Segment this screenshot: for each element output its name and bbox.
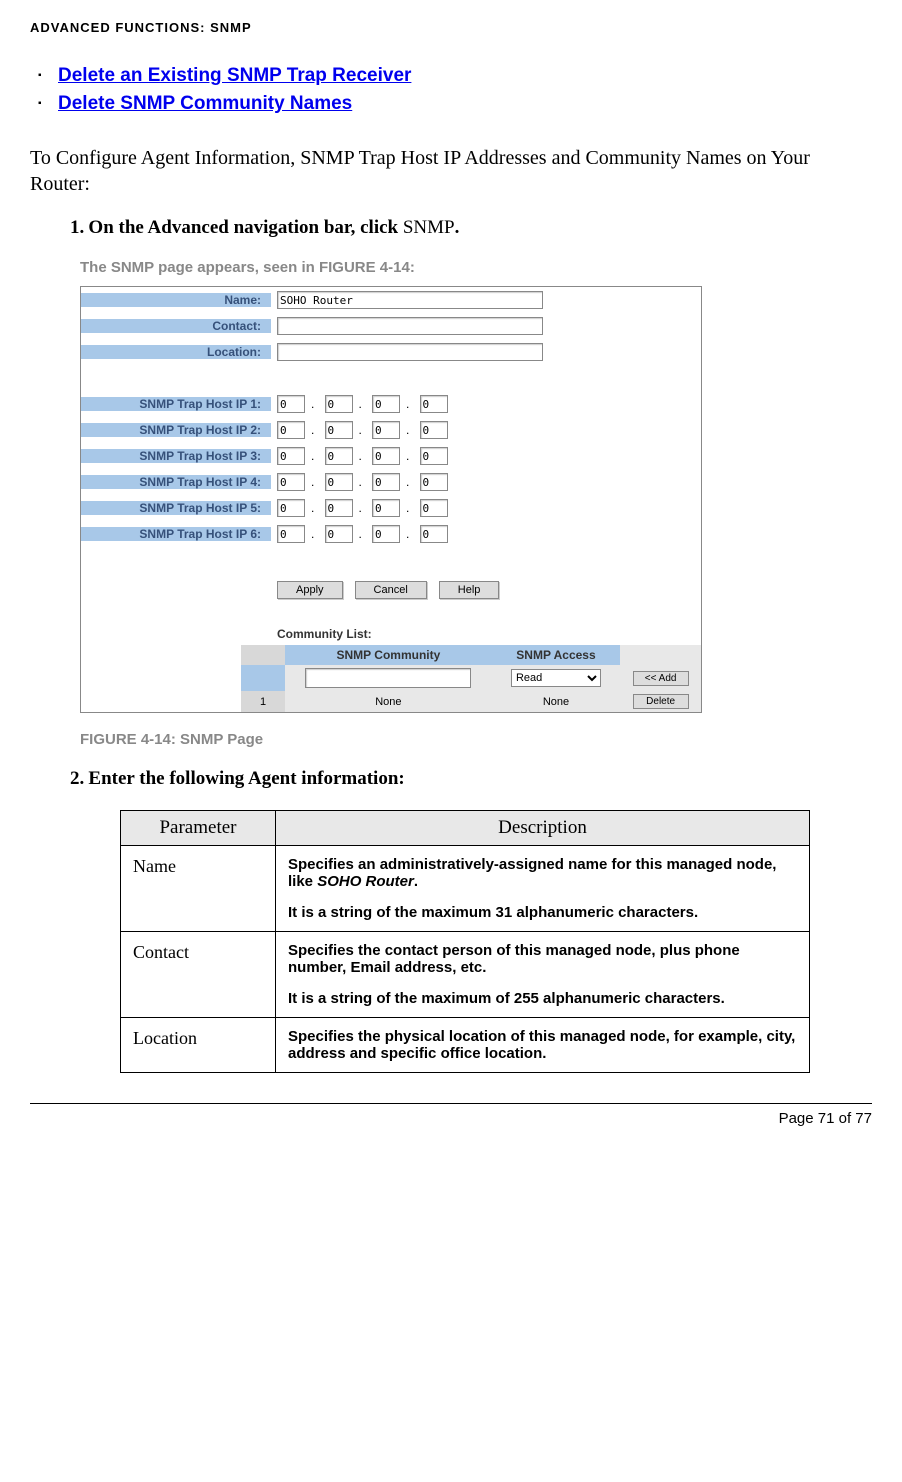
step-1: 1. On the Advanced navigation bar, click… (70, 217, 872, 239)
delete-button[interactable]: Delete (633, 694, 689, 709)
row-num: 1 (241, 691, 285, 712)
input-location[interactable] (277, 343, 543, 361)
ip5-c[interactable] (372, 499, 400, 517)
ip6-b[interactable] (325, 525, 353, 543)
ip1-d[interactable] (420, 395, 448, 413)
param-location: Location (121, 1018, 276, 1073)
snmp-figure: Name: Contact: Location: SNMP Trap Host … (80, 286, 702, 713)
th-parameter: Parameter (121, 811, 276, 846)
step-1-end: . (455, 217, 460, 238)
figure-intro: The SNMP page appears, seen in FIGURE 4-… (80, 259, 872, 276)
row-acc: None (492, 691, 621, 712)
link-list: Delete an Existing SNMP Trap Receiver De… (30, 65, 872, 115)
add-button[interactable]: << Add (633, 671, 689, 686)
th-access: SNMP Access (492, 645, 621, 665)
page-footer: Page 71 of 77 (30, 1103, 872, 1127)
ip6-c[interactable] (372, 525, 400, 543)
step-1-text: On the Advanced navigation bar, click (88, 217, 402, 238)
ip4-a[interactable] (277, 473, 305, 491)
ip2-d[interactable] (420, 421, 448, 439)
ip2-c[interactable] (372, 421, 400, 439)
figure-caption: FIGURE 4-14: SNMP Page (80, 731, 872, 748)
ip6-a[interactable] (277, 525, 305, 543)
label-name: Name: (81, 293, 271, 307)
apply-button[interactable]: Apply (277, 581, 343, 599)
input-name[interactable] (277, 291, 543, 309)
ip5-a[interactable] (277, 499, 305, 517)
step-1-num: 1. (70, 217, 84, 238)
fig-intro-ref: FIGURE 4-14 (319, 259, 410, 276)
parameter-table: Parameter Description Name Specifies an … (120, 810, 810, 1073)
community-list-label: Community List: (81, 627, 701, 645)
step-2-text: Enter the following Agent information: (88, 768, 404, 789)
ip2-a[interactable] (277, 421, 305, 439)
ip4-b[interactable] (325, 473, 353, 491)
step-2: 2. Enter the following Agent information… (70, 768, 872, 790)
ip3-a[interactable] (277, 447, 305, 465)
param-contact: Contact (121, 932, 276, 1018)
ip2-b[interactable] (325, 421, 353, 439)
label-ip1: SNMP Trap Host IP 1: (81, 397, 271, 411)
ip1-a[interactable] (277, 395, 305, 413)
row-comm: None (285, 691, 492, 712)
link-delete-community[interactable]: Delete SNMP Community Names (58, 93, 352, 114)
label-location: Location: (81, 345, 271, 359)
th-description: Description (276, 811, 810, 846)
ip5-d[interactable] (420, 499, 448, 517)
intro-text: To Configure Agent Information, SNMP Tra… (30, 145, 872, 197)
link-delete-trap[interactable]: Delete an Existing SNMP Trap Receiver (58, 65, 411, 86)
label-ip2: SNMP Trap Host IP 2: (81, 423, 271, 437)
page-header: ADVANCED FUNCTIONS: SNMP (30, 20, 872, 35)
fig-intro-pre: The SNMP page appears, seen in (80, 259, 319, 276)
param-name: Name (121, 846, 276, 932)
label-ip5: SNMP Trap Host IP 5: (81, 501, 271, 515)
ip6-d[interactable] (420, 525, 448, 543)
community-table: SNMP Community SNMP Access Read << Add 1… (241, 645, 701, 712)
ip4-d[interactable] (420, 473, 448, 491)
ip1-b[interactable] (325, 395, 353, 413)
ip3-b[interactable] (325, 447, 353, 465)
access-select[interactable]: Read (511, 669, 601, 687)
param-contact-desc: Specifies the contact person of this man… (276, 932, 810, 1018)
step-2-num: 2. (70, 768, 84, 789)
help-button[interactable]: Help (439, 581, 500, 599)
community-input[interactable] (305, 668, 471, 688)
ip5-b[interactable] (325, 499, 353, 517)
th-blank (241, 645, 285, 665)
label-ip4: SNMP Trap Host IP 4: (81, 475, 271, 489)
th-community: SNMP Community (285, 645, 492, 665)
fig-intro-post: : (410, 259, 415, 276)
ip1-c[interactable] (372, 395, 400, 413)
cancel-button[interactable]: Cancel (355, 581, 427, 599)
ip3-c[interactable] (372, 447, 400, 465)
input-contact[interactable] (277, 317, 543, 335)
ip3-d[interactable] (420, 447, 448, 465)
label-ip6: SNMP Trap Host IP 6: (81, 527, 271, 541)
label-contact: Contact: (81, 319, 271, 333)
step-1-snmp: SNMP (403, 217, 455, 238)
label-ip3: SNMP Trap Host IP 3: (81, 449, 271, 463)
param-name-desc: Specifies an administratively-assigned n… (276, 846, 810, 932)
ip4-c[interactable] (372, 473, 400, 491)
param-location-desc: Specifies the physical location of this … (276, 1018, 810, 1073)
